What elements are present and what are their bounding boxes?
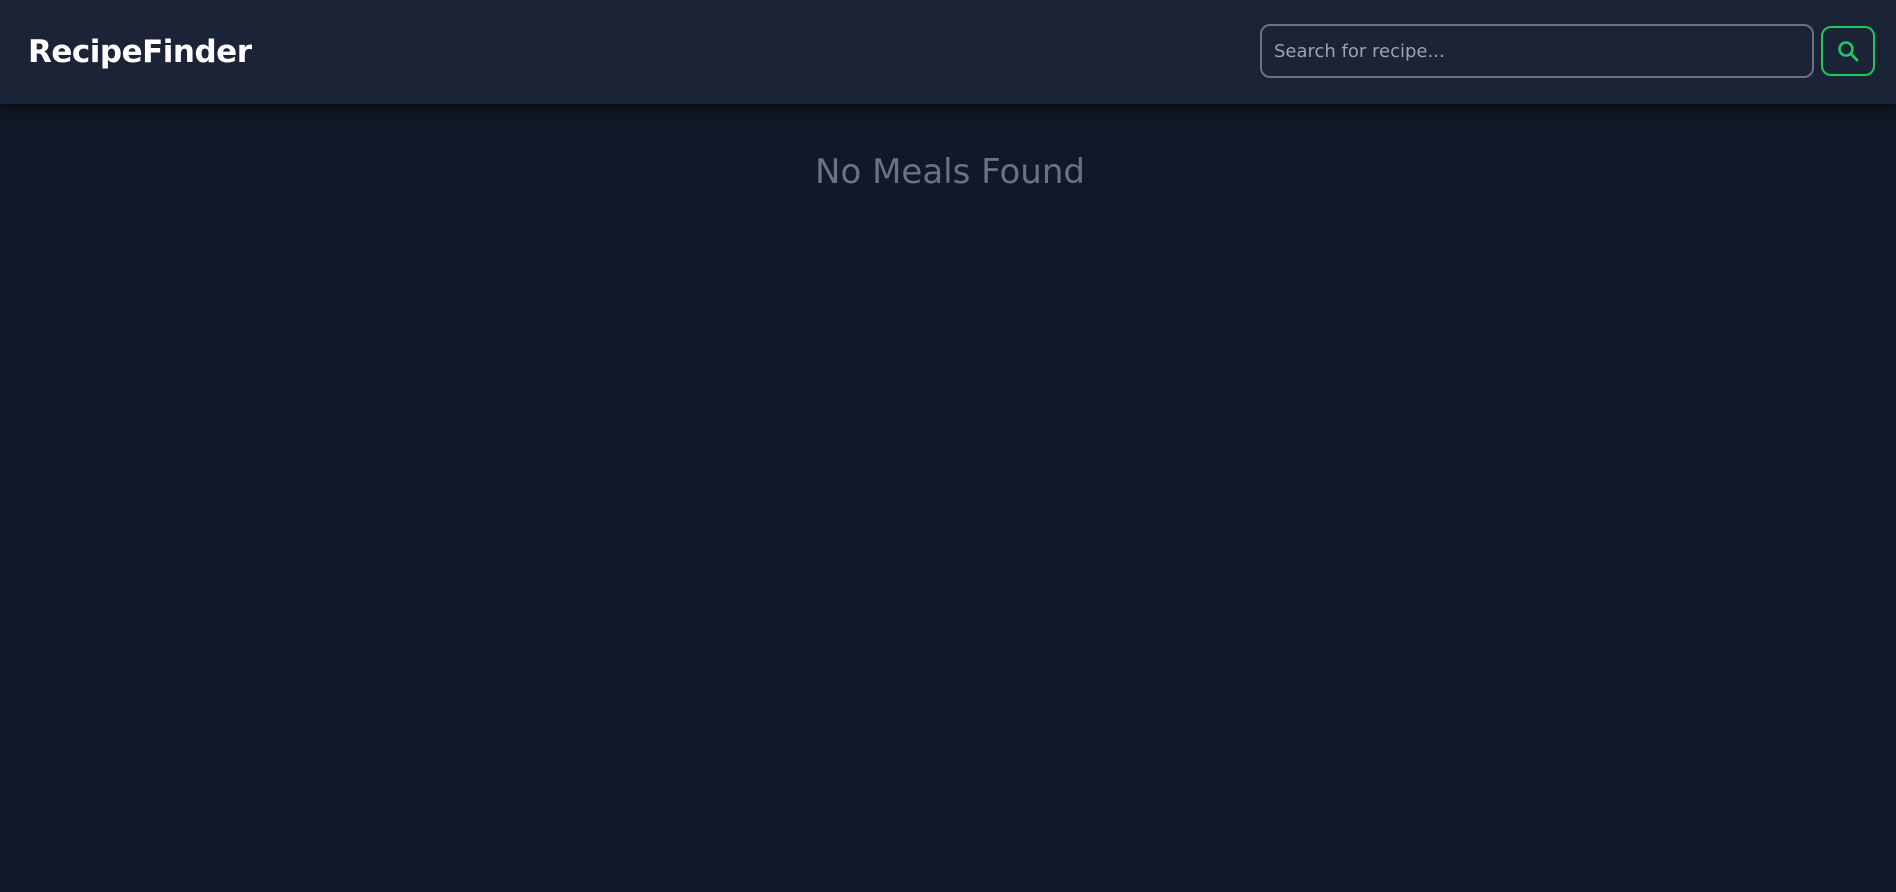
app-logo[interactable]: RecipeFinder xyxy=(28,32,252,72)
search-form xyxy=(1260,24,1875,78)
search-input[interactable] xyxy=(1260,24,1814,78)
empty-results-message: No Meals Found xyxy=(815,152,1085,192)
search-icon xyxy=(1836,39,1860,63)
search-button[interactable] xyxy=(1821,26,1875,76)
app-root: RecipeFinder No Meals Found xyxy=(0,0,1896,892)
navbar: RecipeFinder xyxy=(0,0,1896,104)
